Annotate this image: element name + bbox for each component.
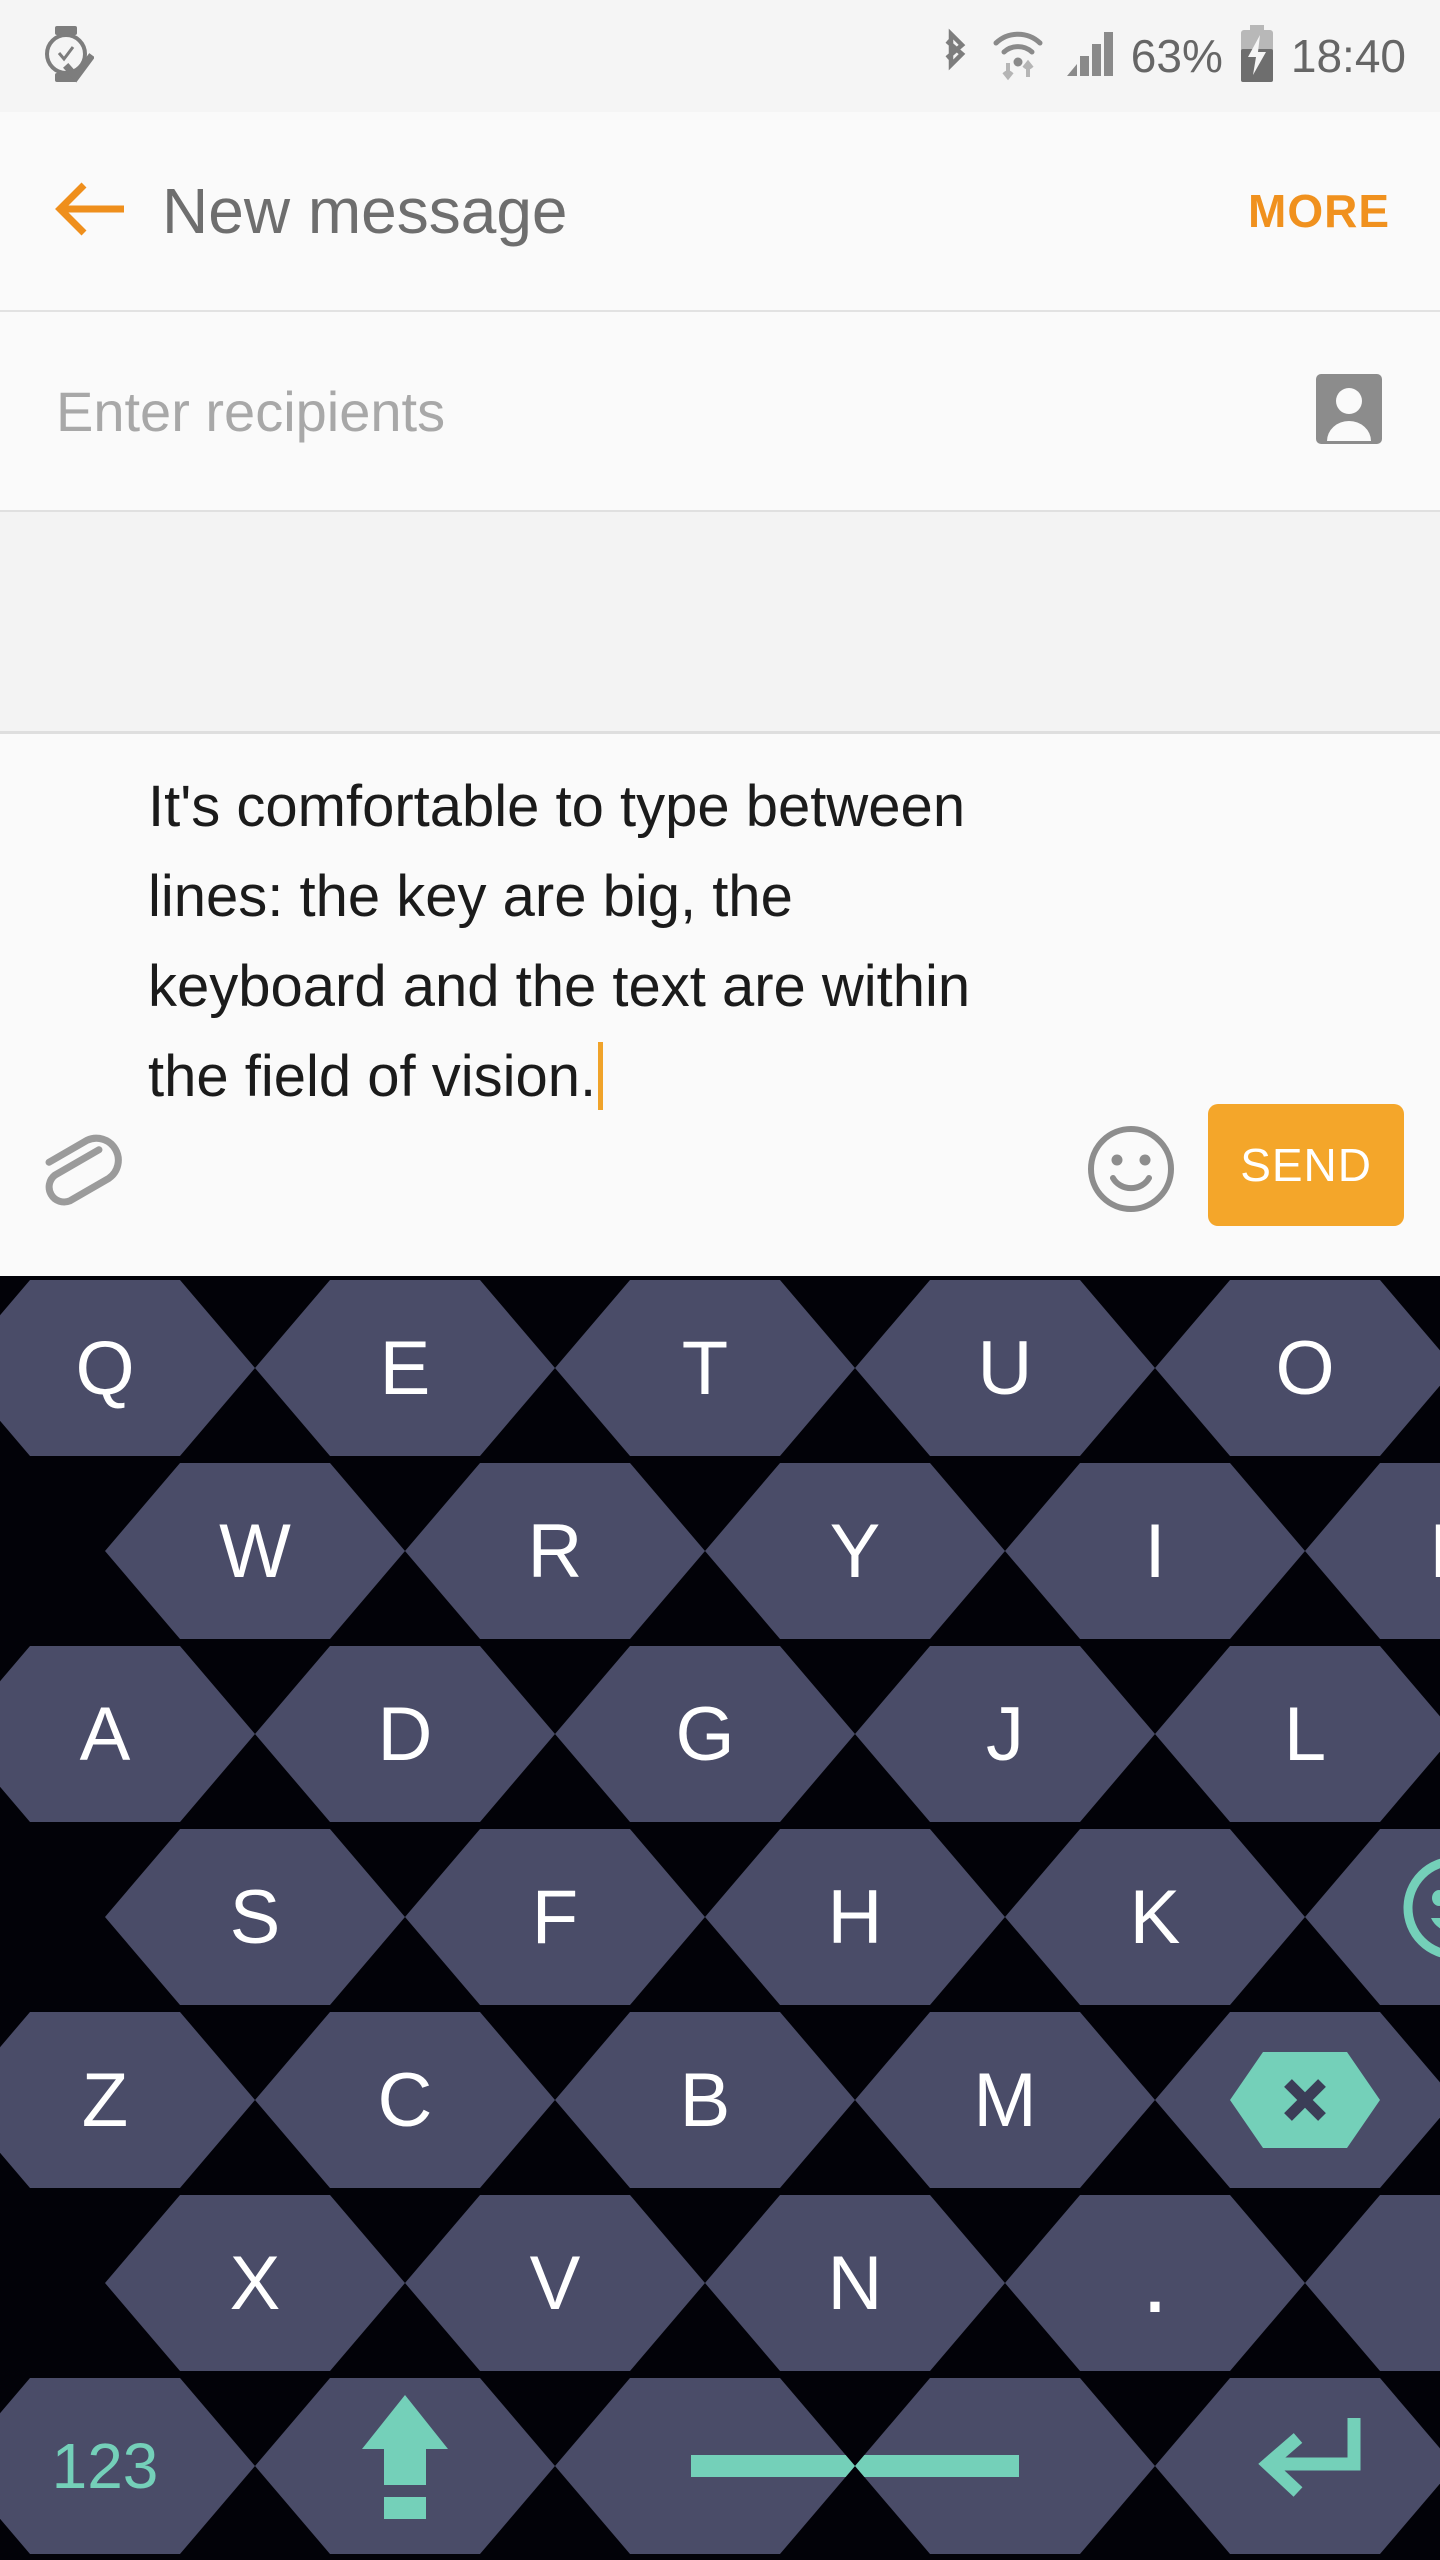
- key-b[interactable]: B: [555, 2012, 855, 2188]
- status-bar: 63% 18:40: [0, 0, 1440, 112]
- message-text: It's comfortable to type between lines: …: [148, 774, 987, 1109]
- key-d[interactable]: D: [255, 1646, 555, 1822]
- key-e[interactable]: E: [255, 1280, 555, 1456]
- watch-check-icon: [38, 24, 95, 89]
- battery-percent-label: 63%: [1130, 30, 1223, 82]
- key-backspace[interactable]: [1155, 2012, 1440, 2188]
- key-v[interactable]: V: [405, 2195, 705, 2371]
- recipients-row: [0, 312, 1440, 512]
- back-button[interactable]: [44, 163, 140, 259]
- space-bar-icon: [855, 2455, 1019, 2477]
- bluetooth-icon: [937, 28, 971, 85]
- key-n[interactable]: N: [705, 2195, 1005, 2371]
- key-space-left[interactable]: [555, 2378, 855, 2554]
- key-shift[interactable]: [255, 2378, 555, 2554]
- emoji-button[interactable]: [1076, 1116, 1186, 1226]
- smiley-face-icon: [1083, 1121, 1179, 1222]
- message-input-wrapper[interactable]: It's comfortable to type between lines: …: [134, 734, 1076, 1122]
- key-f[interactable]: F: [405, 1829, 705, 2005]
- key-w[interactable]: W: [105, 1463, 405, 1639]
- key-z[interactable]: Z: [0, 2012, 255, 2188]
- recipients-input[interactable]: [56, 378, 1306, 444]
- emoji-smiley-icon: [1395, 1848, 1440, 1986]
- key-k[interactable]: K: [1005, 1829, 1305, 2005]
- add-contact-button[interactable]: [1306, 368, 1392, 454]
- key-c[interactable]: C: [255, 2012, 555, 2188]
- backspace-x-icon: [1230, 2052, 1380, 2148]
- key-s[interactable]: S: [105, 1829, 405, 2005]
- signal-bars-icon: [1065, 30, 1117, 83]
- key-y[interactable]: Y: [705, 1463, 1005, 1639]
- status-bar-right: 63% 18:40: [937, 24, 1406, 88]
- paperclip-icon: [30, 1122, 126, 1223]
- enter-return-icon: [1242, 2402, 1368, 2530]
- more-button[interactable]: MORE: [1238, 164, 1400, 258]
- key-j[interactable]: J: [855, 1646, 1155, 1822]
- send-button[interactable]: SEND: [1208, 1104, 1404, 1226]
- keyboard: QETUO WRYIP ADGJL SFHK ZCBM XVN·, 123: [0, 1276, 1440, 2560]
- key-o[interactable]: O: [1155, 1280, 1440, 1456]
- compose-bar: It's comfortable to type between lines: …: [0, 734, 1440, 1276]
- key-x[interactable]: X: [105, 2195, 405, 2371]
- key-m[interactable]: M: [855, 2012, 1155, 2188]
- status-bar-left: [38, 24, 95, 89]
- key-u[interactable]: U: [855, 1280, 1155, 1456]
- space-bar-icon: [691, 2455, 855, 2477]
- page-title: New message: [162, 175, 568, 247]
- shift-arrow-icon: [350, 2389, 460, 2543]
- key-q[interactable]: Q: [0, 1280, 255, 1456]
- key-a[interactable]: A: [0, 1646, 255, 1822]
- conversation-area: [0, 512, 1440, 734]
- key-comma[interactable]: ,: [1305, 2195, 1440, 2371]
- wifi-data-icon: [991, 27, 1045, 86]
- status-bar-clock: 18:40: [1290, 30, 1406, 82]
- key-r[interactable]: R: [405, 1463, 705, 1639]
- key-i[interactable]: I: [1005, 1463, 1305, 1639]
- key-t[interactable]: T: [555, 1280, 855, 1456]
- key-enter[interactable]: [1155, 2378, 1440, 2554]
- key-l[interactable]: L: [1155, 1646, 1440, 1822]
- key-emoji[interactable]: [1305, 1829, 1440, 2005]
- key-space-right[interactable]: [855, 2378, 1155, 2554]
- key-period[interactable]: ·: [1005, 2195, 1305, 2371]
- key-h[interactable]: H: [705, 1829, 1005, 2005]
- key-numbers[interactable]: 123: [0, 2378, 255, 2554]
- battery-charging-icon: [1237, 24, 1277, 88]
- text-caret: [598, 1042, 604, 1110]
- app-bar: New message MORE: [0, 112, 1440, 312]
- attach-button[interactable]: [22, 1116, 134, 1228]
- back-arrow-icon: [54, 178, 130, 245]
- key-g[interactable]: G: [555, 1646, 855, 1822]
- key-p[interactable]: P: [1305, 1463, 1440, 1639]
- contact-person-icon: [1309, 369, 1389, 454]
- message-input[interactable]: It's comfortable to type between lines: …: [148, 762, 1028, 1122]
